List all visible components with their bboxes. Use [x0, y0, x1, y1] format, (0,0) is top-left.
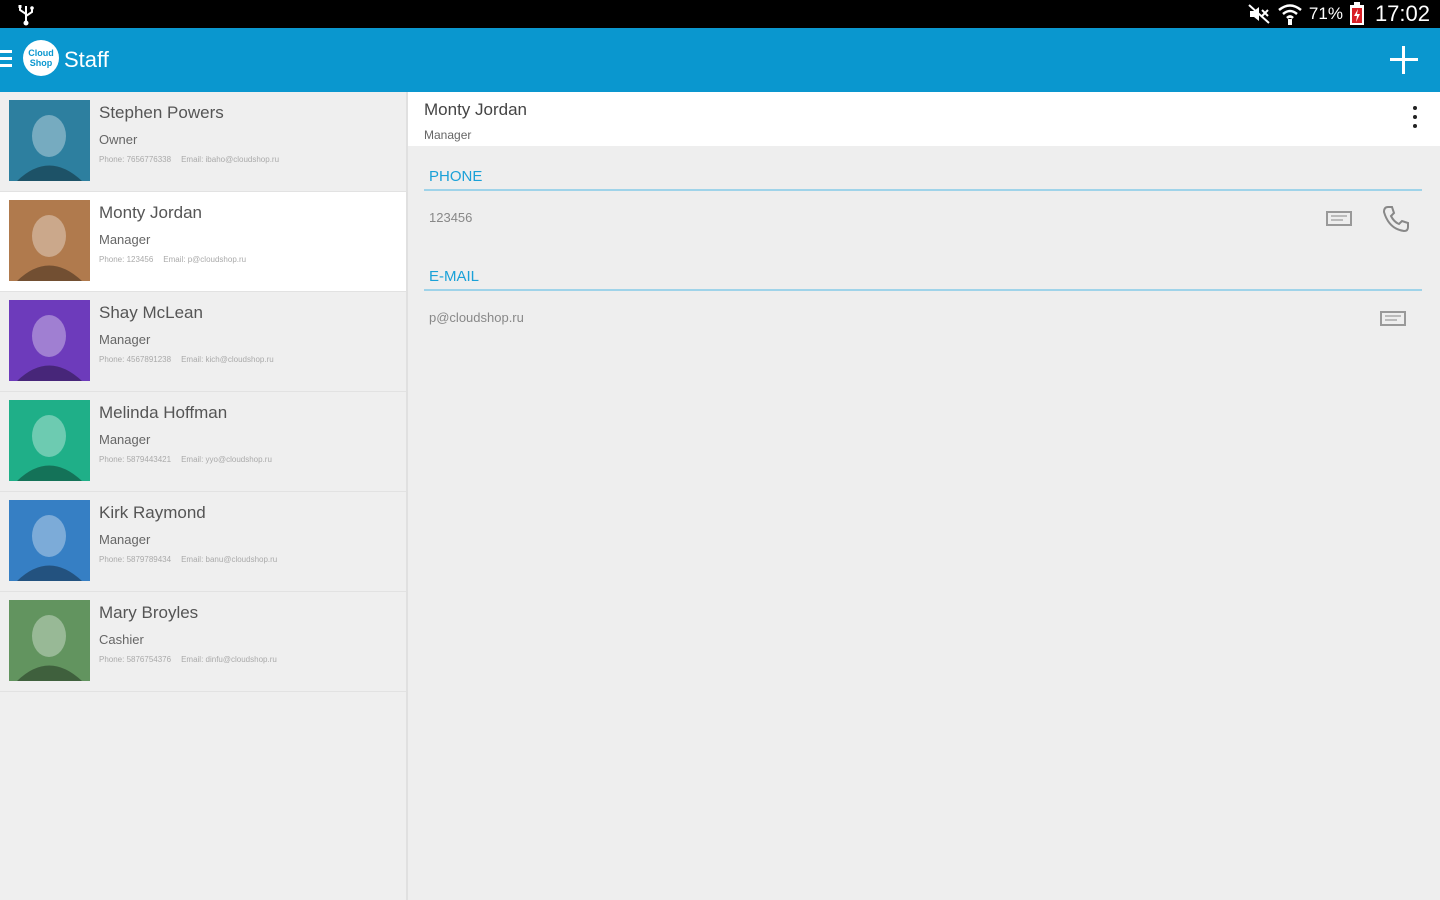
- staff-contacts: Phone: 4567891238 Email: kich@cloudshop.r…: [99, 355, 274, 364]
- staff-contacts: Phone: 5879789434 Email: banu@cloudshop.r…: [99, 555, 277, 564]
- avatar: [9, 200, 90, 281]
- staff-role: Manager: [99, 432, 151, 447]
- staff-role: Manager: [99, 332, 151, 347]
- staff-row[interactable]: Mary Broyles Cashier Phone: 5876754376 Emai…: [0, 592, 406, 692]
- staff-name: Melinda Hoffman: [99, 403, 228, 422]
- avatar: [9, 400, 90, 481]
- action-bar: Cloud Shop Staff: [0, 28, 1440, 92]
- staff-detail: Monty Jordan Manager PHONE 123456 E-MAIL…: [408, 92, 1440, 900]
- phone-section-title: PHONE: [429, 168, 483, 185]
- clock: 17:02: [1374, 1, 1430, 26]
- phone-value: 123456: [429, 210, 473, 225]
- status-bar: 71% 17:02: [0, 0, 1440, 28]
- email-value: p@cloudshop.ru: [429, 310, 524, 325]
- staff-contacts: Phone: 7656776338 Email: ibaho@cloudshop.…: [99, 155, 279, 164]
- staff-row[interactable]: Melinda Hoffman Manager Phone: 5879443421 E…: [0, 392, 406, 492]
- staff-role: Cashier: [99, 632, 144, 647]
- staff-email: Email: dinfu@cloudshop.ru: [181, 655, 277, 664]
- staff-phone: Phone: 5879443421: [99, 455, 172, 464]
- phone-section-divider: [424, 189, 1422, 191]
- usb-icon: [18, 5, 34, 26]
- detail-header: Monty Jordan Manager: [408, 92, 1440, 146]
- staff-role: Manager: [99, 532, 151, 547]
- email-section-divider: [424, 289, 1422, 291]
- email-message-icon[interactable]: [1380, 309, 1406, 327]
- battery-percent: 71%: [1308, 4, 1343, 23]
- detail-role: Manager: [424, 128, 472, 142]
- staff-phone: Phone: 5879789434: [99, 555, 172, 564]
- staff-name: Stephen Powers: [99, 103, 224, 122]
- app-title: Staff: [64, 47, 109, 72]
- email-section-title: E-MAIL: [429, 268, 480, 285]
- staff-phone: Phone: 4567891238: [99, 355, 172, 364]
- staff-email: Email: yyo@cloudshop.ru: [181, 455, 272, 464]
- staff-phone: Phone: 5876754376: [99, 655, 172, 664]
- avatar: [9, 500, 90, 581]
- detail-name: Monty Jordan: [424, 100, 527, 119]
- staff-name: Kirk Raymond: [99, 503, 206, 522]
- staff-list: Stephen Powers Owner Phone: 7656776338 Emai…: [0, 92, 408, 900]
- staff-email: Email: banu@cloudshop.ru: [181, 555, 278, 564]
- staff-contacts: Phone: 123456 Email: p@cloudshop.ru: [99, 255, 246, 264]
- staff-email: Email: kich@cloudshop.ru: [181, 355, 274, 364]
- staff-row[interactable]: Shay McLean Manager Phone: 4567891238 Email…: [0, 292, 406, 392]
- staff-email: Email: ibaho@cloudshop.ru: [181, 155, 280, 164]
- wifi-icon: [1278, 4, 1302, 25]
- staff-role: Owner: [99, 132, 138, 147]
- add-icon[interactable]: [1390, 46, 1418, 74]
- message-icon[interactable]: [1326, 209, 1352, 227]
- staff-role: Manager: [99, 232, 151, 247]
- mute-icon: [1248, 4, 1270, 24]
- staff-email: Email: p@cloudshop.ru: [163, 255, 247, 264]
- battery-icon: [1349, 2, 1364, 25]
- staff-phone: Phone: 7656776338: [99, 155, 172, 164]
- staff-contacts: Phone: 5876754376 Email: dinfu@cloudshop.…: [99, 655, 277, 664]
- menu-icon[interactable]: [0, 50, 12, 68]
- staff-name: Shay McLean: [99, 303, 203, 322]
- staff-name: Mary Broyles: [99, 603, 199, 622]
- staff-row[interactable]: Monty Jordan Manager Phone: 123456 Email: p…: [0, 192, 406, 292]
- app-logo[interactable]: Cloud Shop: [23, 40, 59, 76]
- staff-phone: Phone: 123456: [99, 255, 154, 264]
- avatar: [9, 100, 90, 181]
- staff-row[interactable]: Kirk Raymond Manager Phone: 5879789434 Emai…: [0, 492, 406, 592]
- overflow-menu-icon[interactable]: [1412, 106, 1418, 134]
- staff-name: Monty Jordan: [99, 203, 202, 222]
- avatar: [9, 600, 90, 681]
- staff-contacts: Phone: 5879443421 Email: yyo@cloudshop.ru: [99, 455, 272, 464]
- avatar: [9, 300, 90, 381]
- staff-row[interactable]: Stephen Powers Owner Phone: 7656776338 Emai…: [0, 92, 406, 192]
- call-icon[interactable]: [1381, 204, 1411, 234]
